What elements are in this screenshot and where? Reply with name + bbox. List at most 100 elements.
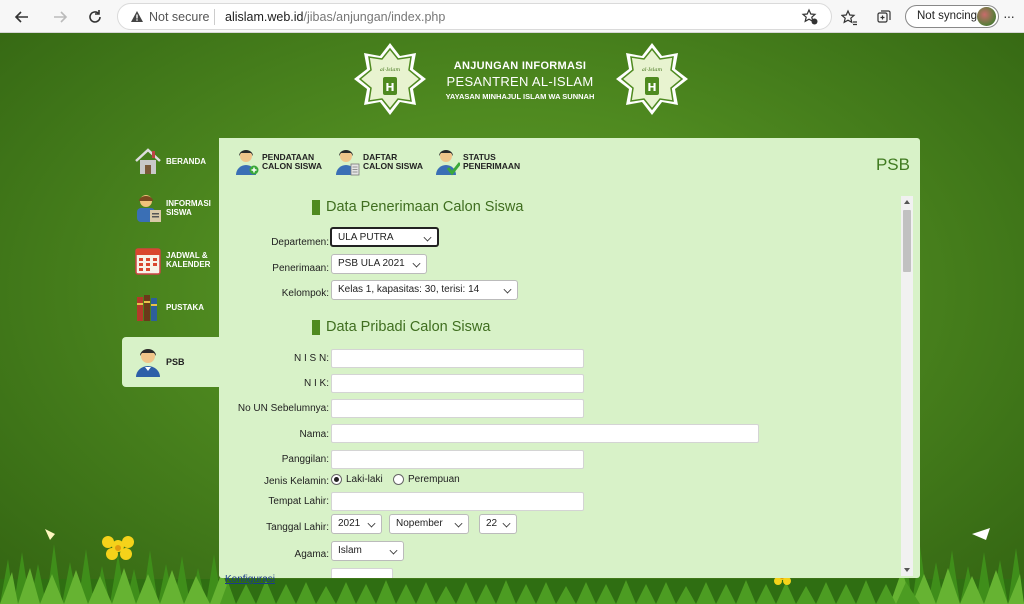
hari-value: 22: [486, 518, 498, 529]
tahun-select[interactable]: 2021: [331, 514, 382, 534]
scroll-up-icon[interactable]: [904, 200, 910, 204]
section-pribadi: Data Pribadi Calon Siswa: [312, 319, 490, 335]
radio-label: Perempuan: [408, 474, 460, 485]
url-text[interactable]: alislam.web.id/jibas/anjungan/index.php: [225, 10, 445, 24]
header-line1: ANJUNGAN INFORMASI: [453, 60, 587, 72]
scroll-down-icon[interactable]: [904, 568, 910, 572]
header-line2: PESANTREN AL-ISLAM: [446, 74, 594, 89]
tempat-lahir-input[interactable]: [331, 492, 584, 511]
nik-label: N I K:: [303, 378, 329, 389]
sidebar-item-label: JADWAL &: [166, 251, 208, 260]
kelompok-value: Kelas 1, kapasitas: 30, terisi: 14: [338, 284, 480, 295]
sidebar-item-label-2: KALENDER: [166, 260, 211, 269]
penerimaan-select[interactable]: PSB ULA 2021: [331, 254, 427, 274]
back-icon[interactable]: [11, 6, 33, 28]
sidebar-item-label: INFORMASI: [166, 199, 211, 208]
section-marker: [312, 199, 320, 215]
collections-icon[interactable]: [873, 6, 895, 28]
tab-status[interactable]: STATUS PENERIMAAN: [436, 148, 520, 176]
logo-right-icon: al-Islam H: [616, 43, 688, 115]
page-title: PSB: [875, 155, 910, 174]
nisn-input[interactable]: [331, 349, 584, 368]
hari-select[interactable]: 22: [479, 514, 517, 534]
separator: [214, 9, 215, 25]
address-bar[interactable]: Not secure alislam.web.id/jibas/anjungan…: [117, 3, 832, 30]
departemen-select[interactable]: ULA PUTRA: [330, 227, 439, 247]
section-title: Data Penerimaan Calon Siswa: [326, 199, 524, 215]
favorites-icon[interactable]: [838, 6, 860, 28]
sidebar-item-pustaka[interactable]: PUSTAKA: [130, 284, 220, 330]
tab-label-2: CALON SISWA: [262, 161, 322, 171]
main-panel: PENDATAAN CALON SISWA DAFTAR CALON SISWA S…: [219, 138, 920, 578]
avatar: [977, 7, 996, 26]
add-user-icon: [236, 150, 259, 175]
tahun-value: 2021: [338, 518, 361, 529]
panggilan-input[interactable]: [331, 450, 584, 469]
page-background: al-Islam H al-Islam H ANJUNGAN INFORMASI…: [0, 33, 1024, 604]
student-info-icon: [137, 195, 161, 222]
add-favorite-icon[interactable]: [801, 8, 819, 31]
chevron-down-icon: [412, 259, 421, 268]
nik-input[interactable]: [331, 374, 584, 393]
tab-pendataan[interactable]: PENDATAAN CALON SISWA: [235, 148, 322, 176]
tab-label-2: PENERIMAAN: [463, 161, 521, 171]
scrollbar-thumb[interactable]: [903, 210, 911, 272]
chevron-down-icon: [367, 519, 376, 528]
konfigurasi-link[interactable]: Konfigurasi: [225, 574, 275, 585]
bulan-value: Nopember: [396, 518, 443, 529]
nama-input[interactable]: [331, 424, 759, 443]
no-un-input[interactable]: [331, 399, 584, 418]
section-title: Data Pribadi Calon Siswa: [326, 319, 491, 335]
header-line3: YAYASAN MINHAJUL ISLAM WA SUNNAH: [445, 92, 595, 101]
sidebar-item-label: BERANDA: [166, 156, 206, 166]
bulan-select[interactable]: Nopember: [389, 514, 469, 534]
scrollbar[interactable]: [901, 196, 913, 576]
radio-checked-icon: [331, 474, 342, 485]
forward-icon[interactable]: [49, 6, 71, 28]
user-list-icon: [336, 150, 360, 176]
radio-laki-laki[interactable]: Laki-laki: [331, 474, 383, 485]
chevron-down-icon: [423, 233, 432, 242]
more-icon[interactable]: ···: [1003, 8, 1015, 24]
nisn-label: N I S N:: [293, 353, 329, 364]
kelompok-select[interactable]: Kelas 1, kapasitas: 30, terisi: 14: [331, 280, 518, 300]
nama-label: Nama:: [299, 429, 329, 440]
calendar-icon: [135, 248, 161, 275]
agama-value: Islam: [338, 545, 362, 556]
not-secure-label: Not secure: [149, 10, 210, 24]
tab-label-2: CALON SISWA: [363, 161, 423, 171]
section-penerimaan: Data Penerimaan Calon Siswa: [312, 199, 523, 215]
section-marker: [312, 319, 320, 335]
tab-daftar[interactable]: DAFTAR CALON SISWA: [336, 148, 423, 176]
sync-button[interactable]: Not syncing: [905, 5, 999, 28]
svg-text:H: H: [647, 81, 656, 94]
departemen-value: ULA PUTRA: [338, 232, 394, 243]
kelompok-label: Kelompok:: [281, 288, 329, 299]
sidebar-item-beranda[interactable]: BERANDA: [130, 138, 220, 184]
user-icon: [136, 349, 160, 377]
jenis-kelamin-label: Jenis Kelamin:: [263, 476, 329, 487]
agama-label: Agama:: [294, 549, 329, 560]
registration-form: Data Penerimaan Calon Siswa Departemen: …: [219, 188, 899, 578]
svg-text:al-Islam: al-Islam: [642, 67, 662, 73]
penerimaan-label: Penerimaan:: [272, 263, 329, 274]
sidebar-item-label-2: SISWA: [166, 208, 192, 217]
sidebar-item-jadwal[interactable]: JADWAL & KALENDER: [130, 237, 220, 283]
sidebar-item-psb[interactable]: PSB: [122, 337, 220, 387]
agama-select[interactable]: Islam: [331, 541, 404, 561]
radio-perempuan[interactable]: Perempuan: [393, 474, 460, 485]
sidebar-item-informasi-siswa[interactable]: INFORMASI SISWA: [130, 185, 220, 231]
sync-label: Not syncing: [917, 10, 978, 22]
reload-icon[interactable]: [84, 6, 106, 28]
sidebar-item-label: PUSTAKA: [166, 302, 205, 312]
books-icon: [137, 295, 157, 321]
tanggal-lahir-label: Tanggal Lahir:: [266, 522, 329, 533]
logo-left-icon: al-Islam H: [354, 43, 426, 115]
chevron-down-icon: [389, 546, 398, 555]
radio-label: Laki-laki: [346, 474, 383, 485]
warning-icon: [130, 10, 144, 28]
departemen-label: Departemen:: [271, 237, 329, 248]
next-field-input[interactable]: [331, 568, 393, 578]
penerimaan-value: PSB ULA 2021: [338, 258, 405, 269]
svg-text:al-Islam: al-Islam: [380, 67, 400, 73]
